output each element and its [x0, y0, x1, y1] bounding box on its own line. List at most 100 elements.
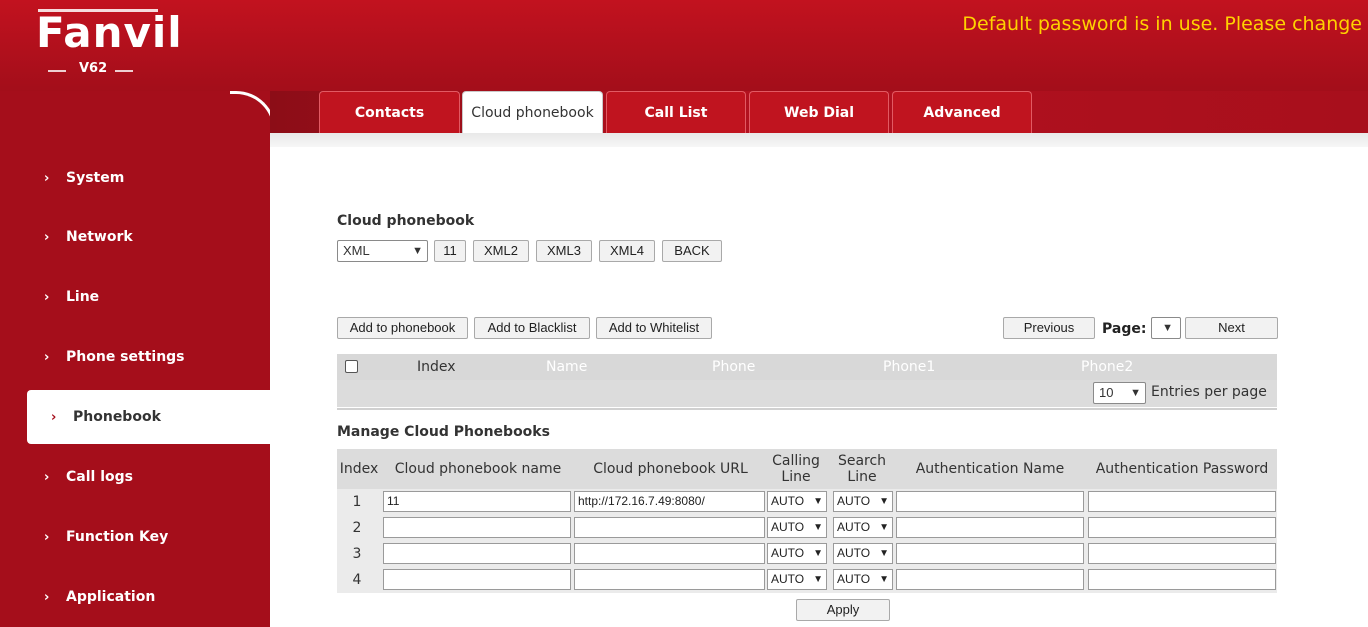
authentication-password-input[interactable] [1088, 491, 1276, 512]
row-index: 3 [352, 546, 362, 562]
tab-call-list[interactable]: Call List [606, 91, 746, 133]
row-index: 1 [352, 494, 362, 510]
authentication-name-input[interactable] [896, 491, 1084, 512]
authentication-password-input[interactable] [1088, 543, 1276, 564]
entries-per-page-label: Entries per page [1151, 384, 1267, 400]
chevron-down-icon: ▼ [878, 492, 889, 511]
xml-type-select[interactable]: XML ▼ [337, 240, 428, 262]
search-line-value: AUTO [837, 494, 871, 508]
apply-button[interactable]: Apply [796, 599, 890, 621]
add-to-blacklist-button[interactable]: Add to Blacklist [474, 317, 590, 339]
cloud-phonebook-url-input[interactable] [574, 569, 765, 590]
table-row: 2 AUTO ▼ AUTO ▼ [337, 515, 1277, 541]
sidebar-item-function-key[interactable]: › Function Key [0, 510, 270, 564]
phone-list-footer: 10 ▼ Entries per page [337, 380, 1277, 407]
manage-column-name: Cloud phonebook name [394, 461, 562, 477]
search-line-select[interactable]: AUTO ▼ [833, 491, 893, 512]
sidebar-item-network[interactable]: › Network [0, 210, 270, 264]
chevron-right-icon: › [44, 350, 50, 365]
next-page-button[interactable]: Next [1185, 317, 1278, 339]
chevron-down-icon: ▼ [878, 544, 889, 563]
authentication-name-input[interactable] [896, 543, 1084, 564]
entries-per-page-value: 10 [1099, 385, 1114, 400]
search-line-select[interactable]: AUTO ▼ [833, 569, 893, 590]
cloud-book-xml3-button[interactable]: XML3 [536, 240, 592, 262]
top-header: Fanvil V62 Default password is in use. P… [0, 0, 1368, 91]
calling-line-select[interactable]: AUTO ▼ [767, 517, 827, 538]
manage-column-index: Index [339, 461, 379, 477]
manage-column-search-line: Search Line [837, 453, 887, 485]
sidebar-item-label: System [66, 170, 125, 186]
phone-list-header: Index Name Phone Phone1 Phone2 [337, 354, 1277, 380]
add-to-whitelist-button[interactable]: Add to Whitelist [596, 317, 712, 339]
search-line-select[interactable]: AUTO ▼ [833, 543, 893, 564]
sidebar-item-label: Phone settings [66, 349, 185, 365]
cloud-phonebook-name-input[interactable] [383, 543, 571, 564]
column-header-name: Name [546, 359, 588, 375]
chevron-down-icon: ▼ [1130, 387, 1141, 399]
row-index: 4 [352, 572, 362, 588]
cloud-phonebook-url-input[interactable] [574, 543, 765, 564]
authentication-name-input[interactable] [896, 517, 1084, 538]
chevron-right-icon: › [44, 470, 50, 485]
tab-cloud-phonebook[interactable]: Cloud phonebook [462, 91, 603, 133]
sidebar-item-label: Call logs [66, 469, 133, 485]
cloud-book-11-button[interactable]: 11 [434, 240, 466, 262]
sidebar-item-label: Phonebook [73, 409, 161, 425]
chevron-down-icon: ▼ [412, 245, 423, 257]
sidebar-item-system[interactable]: › System [0, 151, 270, 205]
sidebar-item-application[interactable]: › Application [0, 570, 270, 624]
chevron-down-icon: ▼ [1162, 322, 1173, 334]
chevron-right-icon: › [44, 590, 50, 605]
calling-line-select[interactable]: AUTO ▼ [767, 543, 827, 564]
back-button[interactable]: BACK [662, 240, 722, 262]
manage-column-calling-line: Calling Line [772, 453, 820, 485]
main-content: Cloud phonebook XML ▼ 11 XML2 XML3 XML 4 … [270, 147, 1368, 627]
sidebar-item-phonebook[interactable]: › Phonebook [27, 390, 270, 444]
tab-advanced[interactable]: Advanced [892, 91, 1032, 133]
chevron-down-icon: ▼ [812, 492, 823, 511]
sidebar-item-label: Application [66, 589, 156, 605]
cloud-book-xml4-button[interactable]: XML4 [599, 240, 655, 262]
cloud-phonebook-url-input[interactable]: http://172.16.7.49:8080/ [574, 491, 765, 512]
page-select[interactable]: ▼ [1151, 317, 1181, 339]
cloud-phonebook-name-input[interactable]: 11 [383, 491, 571, 512]
table-row: 1 11 http://172.16.7.49:8080/ AUTO ▼ AUTO… [337, 489, 1277, 515]
sidebar-item-phone-settings[interactable]: › Phone settings [0, 330, 270, 384]
search-line-select[interactable]: AUTO ▼ [833, 517, 893, 538]
calling-line-select[interactable]: AUTO ▼ [767, 569, 827, 590]
row-index: 2 [352, 520, 362, 536]
tab-web-dial[interactable]: Web Dial [749, 91, 889, 133]
chevron-right-icon: › [44, 171, 50, 186]
chevron-down-icon: ▼ [812, 570, 823, 589]
previous-page-button[interactable]: Previous [1003, 317, 1095, 339]
manage-cloud-phonebooks-title: Manage Cloud Phonebooks [337, 424, 550, 440]
authentication-password-input[interactable] [1088, 517, 1276, 538]
cloud-phonebook-url-input[interactable] [574, 517, 765, 538]
authentication-name-input[interactable] [896, 569, 1084, 590]
xml-type-value: XML [343, 243, 370, 258]
table-row: 3 AUTO ▼ AUTO ▼ [337, 541, 1277, 567]
sidebar-item-label: Network [66, 229, 133, 245]
chevron-down-icon: ▼ [812, 544, 823, 563]
default-password-warning[interactable]: Default password is in use. Please chang… [962, 13, 1362, 35]
select-all-checkbox[interactable] [345, 360, 358, 373]
sidebar-item-line[interactable]: › Line [0, 270, 270, 324]
add-to-phonebook-button[interactable]: Add to phonebook [337, 317, 468, 339]
column-header-phone2: Phone2 [1081, 359, 1134, 375]
section-divider [337, 408, 1277, 410]
entries-per-page-select[interactable]: 10 ▼ [1093, 382, 1146, 404]
cloud-phonebook-name-input[interactable] [383, 569, 571, 590]
chevron-right-icon: › [44, 230, 50, 245]
calling-line-select[interactable]: AUTO ▼ [767, 491, 827, 512]
model-line-left [48, 70, 66, 72]
model-label: V62 [79, 61, 108, 76]
cloud-book-xml2-button[interactable]: XML2 [473, 240, 529, 262]
tab-contacts[interactable]: Contacts [319, 91, 460, 133]
sidebar-item-call-logs[interactable]: › Call logs [0, 450, 270, 504]
cloud-phonebook-name-input[interactable] [383, 517, 571, 538]
authentication-password-input[interactable] [1088, 569, 1276, 590]
manage-column-auth-password: Authentication Password [1095, 461, 1269, 477]
column-header-phone1: Phone1 [883, 359, 936, 375]
column-header-phone: Phone [712, 359, 756, 375]
